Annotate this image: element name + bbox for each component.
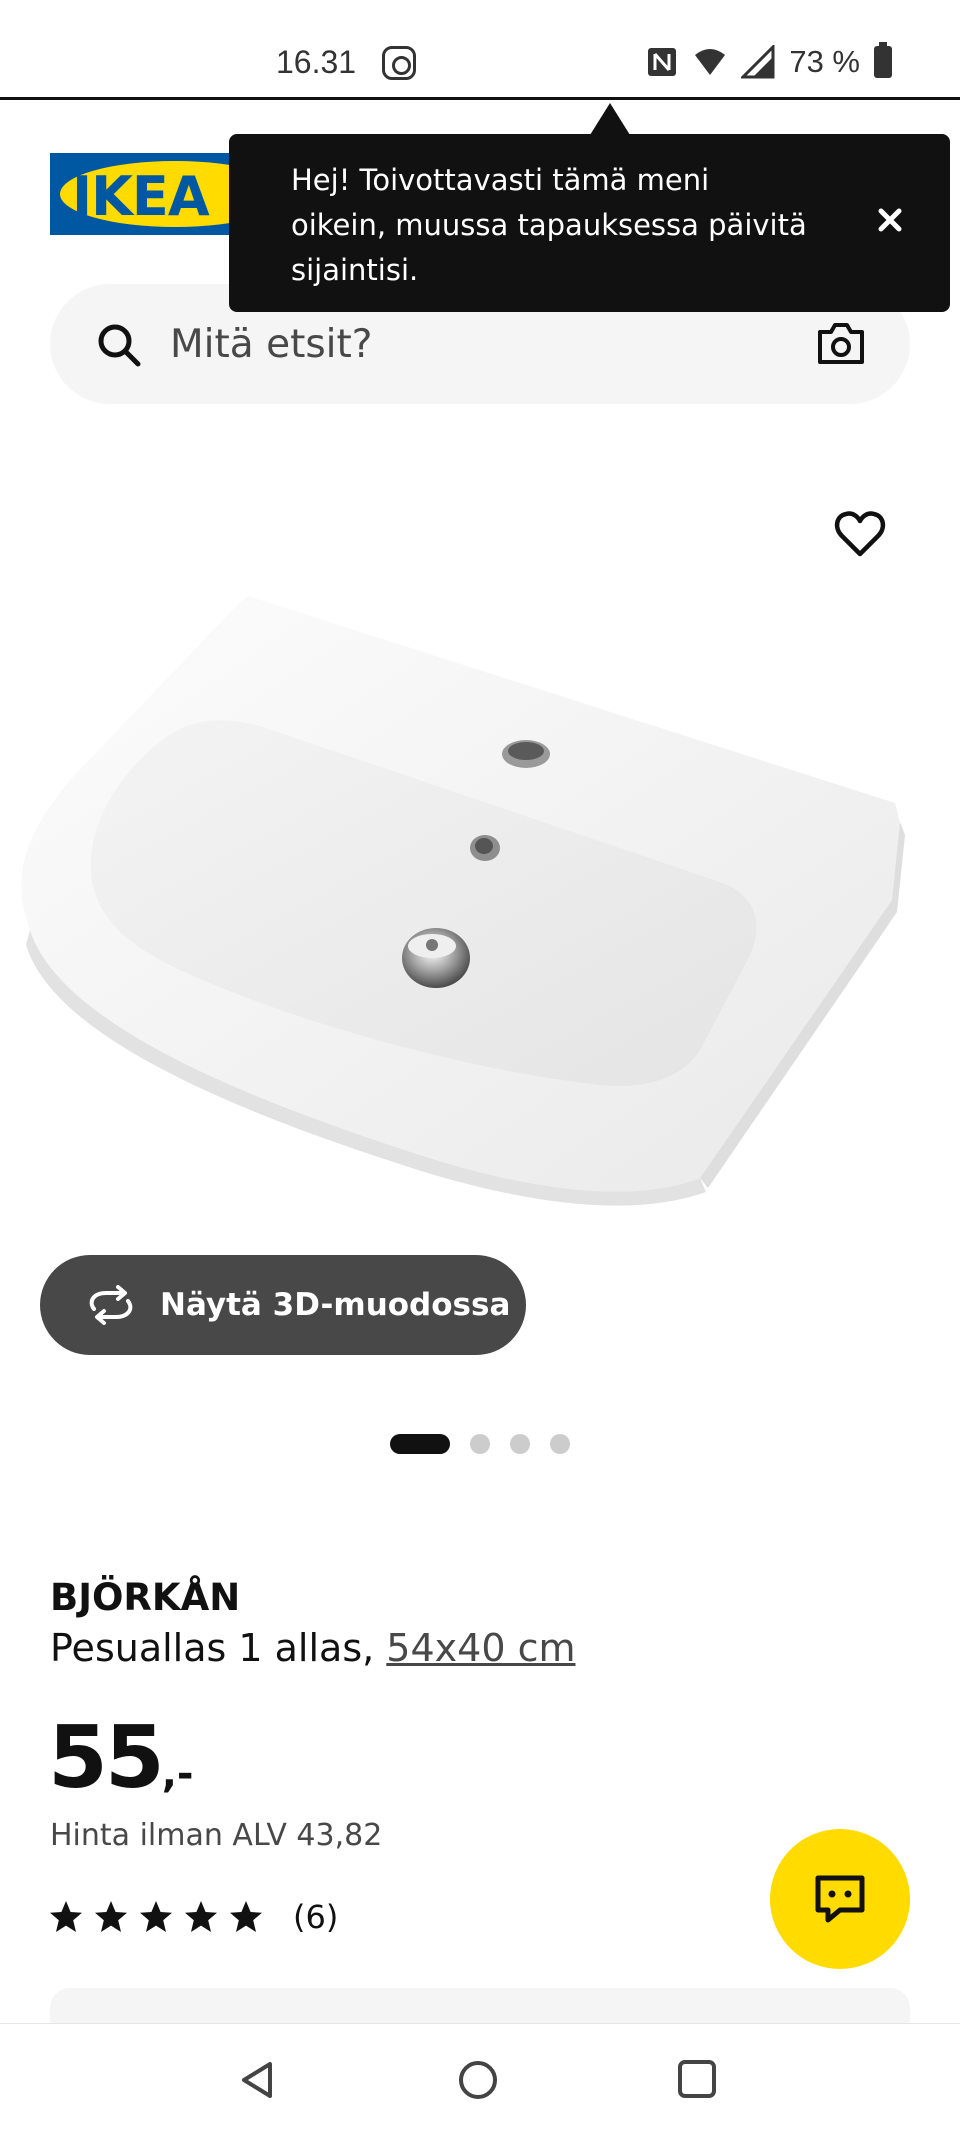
signal-icon [741,45,775,79]
close-icon[interactable] [874,204,906,236]
back-icon[interactable] [236,2058,280,2102]
star-icon [95,1901,127,1932]
chat-icon [815,1875,865,1923]
carousel-indicator [390,1434,570,1454]
view-3d-label: Näytä 3D-muodossa [160,1287,511,1323]
carousel-dot[interactable] [510,1434,530,1454]
view-3d-button[interactable]: Näytä 3D-muodossa [40,1255,526,1355]
price-suffix: ,- [161,1751,194,1797]
star-icon [230,1901,262,1932]
status-time: 16.31 [276,44,357,80]
tooltip-text: Hej! Toivottavasti tämä meni oikein, muu… [291,163,807,287]
system-nav-bar [0,2023,960,2133]
location-tooltip: Hej! Toivottavasti tämä meni oikein, muu… [229,103,950,312]
price-value: 55 [48,1708,165,1808]
nfc-icon [648,48,677,76]
chat-button[interactable] [770,1829,910,1969]
status-icons: 73 % [645,42,892,80]
star-icon [185,1901,217,1932]
product-description: Pesuallas 1 allas, 54x40 cm [50,1626,575,1670]
home-icon[interactable] [456,2058,500,2102]
camera-icon[interactable] [816,320,866,366]
product-name: BJÖRKÅN [50,1576,241,1619]
instagram-icon [382,46,416,80]
carousel-dot-active[interactable] [390,1434,450,1454]
star-icon [140,1901,172,1932]
product-type: Pesuallas 1 allas, [50,1626,387,1670]
product-size-link[interactable]: 54x40 cm [386,1626,575,1670]
product-price: 55,- [48,1708,193,1824]
battery-icon [874,42,892,78]
rating[interactable]: (6) [48,1898,338,1936]
price-without-vat: Hinta ilman ALV 43,82 [50,1818,383,1853]
rotate-3d-icon [89,1285,133,1325]
star-icon [50,1901,82,1932]
carousel-dot[interactable] [550,1434,570,1454]
status-bar: 16.31 73 % [0,0,960,100]
search-icon [98,324,141,367]
review-count: (6) [293,1898,339,1936]
heart-icon[interactable] [834,510,886,558]
battery-percent: 73 % [789,44,860,79]
wifi-icon [695,49,726,75]
search-input[interactable] [170,314,730,374]
carousel-dot[interactable] [470,1434,490,1454]
ikea-logo[interactable]: IKEA [50,153,240,235]
recent-apps-icon[interactable] [676,2058,718,2100]
logo-text: IKEA [72,165,210,228]
product-image[interactable] [0,570,960,1220]
